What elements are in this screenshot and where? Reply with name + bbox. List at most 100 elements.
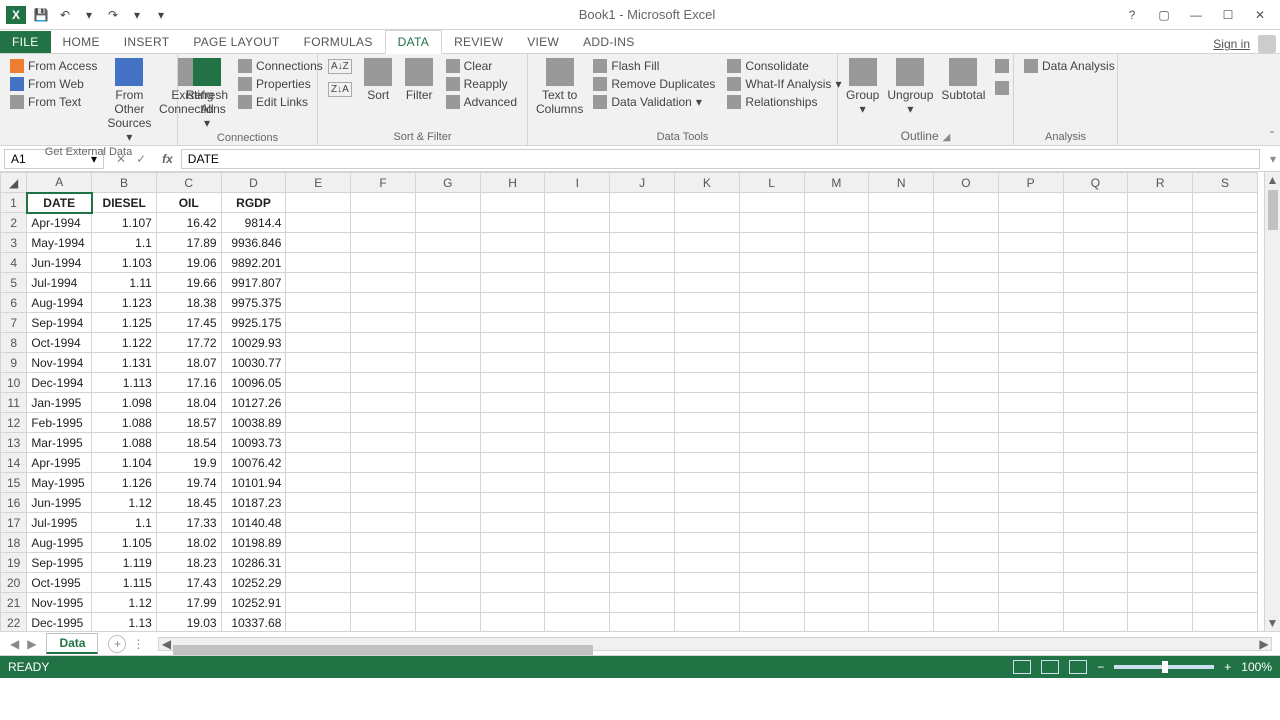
cell[interactable] (286, 533, 351, 553)
cell[interactable] (804, 393, 869, 413)
column-header[interactable]: N (869, 173, 934, 193)
cell[interactable] (610, 253, 675, 273)
cell[interactable] (998, 533, 1063, 553)
cell[interactable] (674, 253, 739, 273)
cell[interactable] (1193, 613, 1258, 633)
cell[interactable] (1193, 533, 1258, 553)
row-header[interactable]: 16 (1, 493, 27, 513)
cell[interactable] (610, 533, 675, 553)
redo-icon[interactable]: ↷ (104, 6, 122, 24)
cell[interactable] (415, 613, 480, 633)
cell[interactable] (480, 413, 545, 433)
cell[interactable] (1193, 213, 1258, 233)
cell[interactable]: 1.131 (92, 353, 157, 373)
cell[interactable] (998, 593, 1063, 613)
cell[interactable] (804, 473, 869, 493)
tab-addins[interactable]: ADD-INS (571, 31, 646, 53)
cell[interactable] (934, 473, 999, 493)
vscroll-thumb[interactable] (1268, 190, 1278, 230)
cell[interactable] (480, 293, 545, 313)
consolidate-button[interactable]: Consolidate (725, 58, 843, 74)
cell[interactable]: OIL (156, 193, 221, 213)
cell[interactable] (1193, 473, 1258, 493)
cell[interactable] (1128, 233, 1193, 253)
cell[interactable] (869, 313, 934, 333)
row-header[interactable]: 9 (1, 353, 27, 373)
cell[interactable] (351, 413, 416, 433)
cell[interactable] (480, 273, 545, 293)
vertical-scrollbar[interactable]: ▲ ▼ (1264, 172, 1280, 631)
cell[interactable] (545, 493, 610, 513)
cell[interactable] (545, 333, 610, 353)
cell[interactable] (351, 613, 416, 633)
cell[interactable] (1128, 613, 1193, 633)
cell[interactable] (998, 313, 1063, 333)
cell[interactable]: 1.104 (92, 453, 157, 473)
cell[interactable] (869, 373, 934, 393)
cell[interactable] (480, 493, 545, 513)
cell[interactable] (1128, 433, 1193, 453)
cell[interactable] (286, 193, 351, 213)
cell[interactable] (804, 353, 869, 373)
cell[interactable] (934, 433, 999, 453)
cell[interactable] (610, 473, 675, 493)
cell[interactable]: 17.89 (156, 233, 221, 253)
cell[interactable] (674, 593, 739, 613)
cell[interactable]: 1.115 (92, 573, 157, 593)
cell[interactable]: 16.42 (156, 213, 221, 233)
cell[interactable]: DATE (27, 193, 92, 213)
cell[interactable]: 9936.846 (221, 233, 286, 253)
cell[interactable] (480, 473, 545, 493)
cell[interactable] (286, 253, 351, 273)
cell[interactable] (674, 613, 739, 633)
tab-data[interactable]: DATA (385, 30, 442, 54)
cell[interactable] (934, 553, 999, 573)
advanced-button[interactable]: Advanced (444, 94, 519, 110)
clear-button[interactable]: Clear (444, 58, 519, 74)
cell[interactable] (1193, 373, 1258, 393)
cell[interactable] (351, 493, 416, 513)
cell[interactable]: 10093.73 (221, 433, 286, 453)
cell[interactable] (804, 613, 869, 633)
cell[interactable] (1063, 553, 1128, 573)
cell[interactable] (1128, 593, 1193, 613)
from-web-button[interactable]: From Web (8, 76, 99, 92)
cell[interactable] (545, 533, 610, 553)
cell[interactable] (1128, 373, 1193, 393)
cell[interactable] (351, 213, 416, 233)
cell[interactable] (1128, 293, 1193, 313)
remove-duplicates-button[interactable]: Remove Duplicates (591, 76, 717, 92)
cell[interactable] (739, 373, 804, 393)
tab-page-layout[interactable]: PAGE LAYOUT (181, 31, 291, 53)
expand-formula-bar-icon[interactable]: ▾ (1266, 152, 1280, 166)
what-if-button[interactable]: What-If Analysis▾ (725, 76, 843, 92)
cell[interactable] (1193, 273, 1258, 293)
cell[interactable] (739, 513, 804, 533)
from-access-button[interactable]: From Access (8, 58, 99, 74)
cell[interactable] (415, 573, 480, 593)
cell[interactable] (739, 233, 804, 253)
cell[interactable]: 1.12 (92, 493, 157, 513)
cell[interactable] (480, 313, 545, 333)
cell[interactable] (934, 333, 999, 353)
cell[interactable]: 18.07 (156, 353, 221, 373)
cell[interactable] (545, 273, 610, 293)
save-icon[interactable]: 💾 (32, 6, 50, 24)
scroll-right-icon[interactable]: ▶ (1257, 637, 1271, 651)
relationships-button[interactable]: Relationships (725, 94, 843, 110)
cell[interactable] (998, 413, 1063, 433)
cell[interactable] (545, 353, 610, 373)
cell[interactable] (869, 333, 934, 353)
cell[interactable] (804, 553, 869, 573)
cell[interactable] (351, 293, 416, 313)
cell[interactable] (610, 573, 675, 593)
cell[interactable] (1128, 253, 1193, 273)
cell[interactable]: 1.1 (92, 233, 157, 253)
cell[interactable]: 1.125 (92, 313, 157, 333)
cell[interactable] (610, 513, 675, 533)
add-sheet-button[interactable]: + (108, 635, 126, 653)
cell[interactable] (351, 273, 416, 293)
cell[interactable] (1128, 473, 1193, 493)
row-header[interactable]: 1 (1, 193, 27, 213)
row-header[interactable]: 4 (1, 253, 27, 273)
